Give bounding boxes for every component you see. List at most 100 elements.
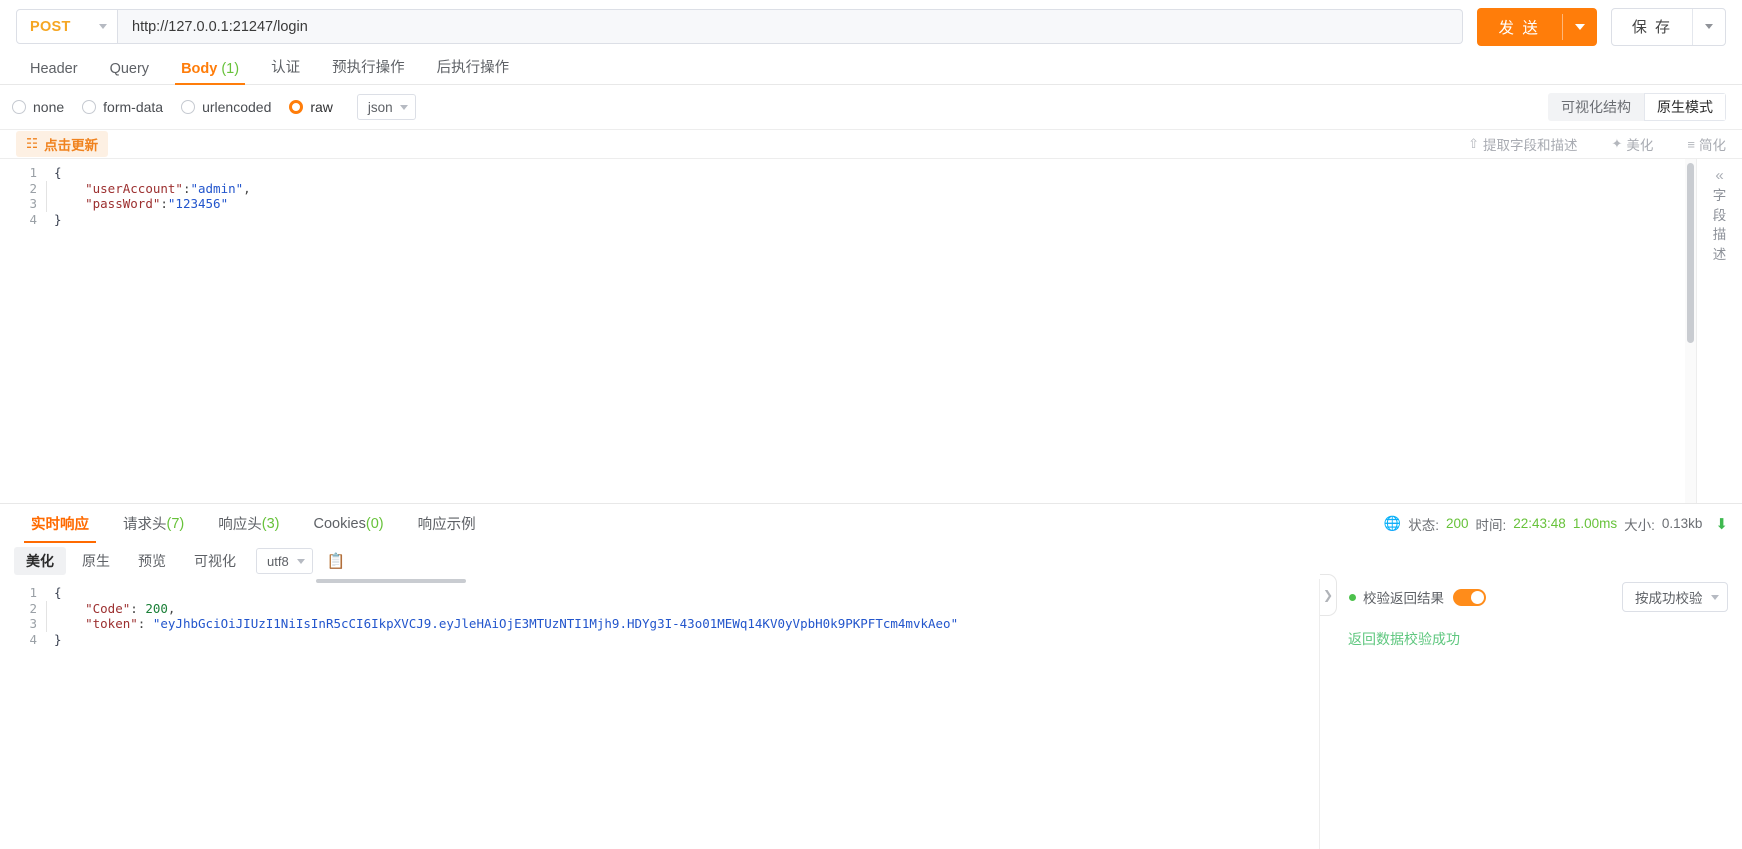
response-tab-1[interactable]: 请求头 (7) <box>106 504 201 543</box>
code-token: "123456" <box>167 196 229 211</box>
request-tab-4[interactable]: 预执行操作 <box>316 56 421 84</box>
view-mode-1[interactable]: 原生模式 <box>1644 93 1726 121</box>
code-token: "admin" <box>190 180 244 196</box>
line-number: 1 <box>29 165 37 180</box>
field-desc-char: 字 <box>1712 188 1727 203</box>
code-line: { <box>46 165 1696 181</box>
response-format-button-1[interactable]: 原生 <box>70 547 122 575</box>
request-code-lines[interactable]: { "userAccount":"admin", "passWord":"123… <box>46 159 1696 503</box>
response-tab-4[interactable]: 响应示例 <box>401 504 493 543</box>
request-tab-3[interactable]: 认证 <box>255 56 316 84</box>
code-token: , <box>167 600 176 616</box>
body-type-radio-form-data[interactable]: form-data <box>82 99 163 115</box>
code-line: } <box>46 632 1319 648</box>
response-tab-2[interactable]: 响应头 (3) <box>201 504 296 543</box>
request-tab-5[interactable]: 后执行操作 <box>421 56 526 84</box>
response-code-viewer[interactable]: 1234 { "Code": 200, "token": "eyJhbGciOi… <box>0 579 1320 849</box>
chevron-down-icon <box>1705 24 1713 29</box>
line-number: 3 <box>29 196 37 211</box>
status-dot-icon <box>1349 593 1356 601</box>
code-token: : <box>137 616 153 631</box>
code-line: "Code": 200, <box>46 600 1319 616</box>
response-scrollbar-track[interactable] <box>46 579 1311 583</box>
response-tab-label: 响应示例 <box>417 517 476 533</box>
body-type-radio-urlencoded[interactable]: urlencoded <box>181 99 271 115</box>
response-body-area: 1234 { "Code": 200, "token": "eyJhbGciOi… <box>0 574 1742 849</box>
code-token: } <box>54 211 62 227</box>
line-number-gutter: 1234 <box>0 159 46 503</box>
save-dropdown-button[interactable] <box>1693 9 1725 45</box>
encoding-select[interactable]: utf8 <box>256 548 313 574</box>
validation-label: 校验返回结果 <box>1363 591 1444 606</box>
save-button[interactable]: 保 存 <box>1610 7 1726 46</box>
response-format-buttons: 美化 原生 预览 可视化 <box>14 547 248 575</box>
body-type-row: none form-data urlencoded raw json 可视化结构 原生模… <box>0 85 1742 129</box>
api-client-window: POST http://127.0.0.1:21247/login 发 送 保 … <box>0 0 1742 849</box>
response-format-button-3[interactable]: 可视化 <box>182 547 248 575</box>
view-mode-0[interactable]: 可视化结构 <box>1548 93 1644 121</box>
send-dropdown-button[interactable] <box>1563 8 1597 46</box>
response-scrollbar-thumb[interactable] <box>316 579 466 583</box>
save-button-label: 保 存 <box>1631 19 1672 36</box>
editor-scrollbar-track[interactable] <box>1685 159 1696 503</box>
beautify-label: 美化 <box>1626 138 1654 153</box>
request-tab-label: Query <box>109 61 150 77</box>
response-format-button-2[interactable]: 预览 <box>126 547 178 575</box>
field-description-panel-toggle[interactable]: « 字 段 描 述 <box>1696 159 1742 503</box>
response-tab-0[interactable]: 实时响应 <box>14 504 106 543</box>
request-tab-0[interactable]: Header <box>14 61 94 84</box>
list-icon: ≡ <box>1687 136 1695 152</box>
code-token: : <box>160 196 168 211</box>
code-line: "token": "eyJhbGciOiJIUzI1NiIsInR5cCI6Ik… <box>46 616 1319 632</box>
status-code: 200 <box>1445 516 1469 531</box>
extract-fields-button[interactable]: ⇧ 提取字段和描述 <box>1468 134 1577 154</box>
size-value: 0.13kb <box>1661 516 1703 531</box>
response-status-bar: 🌐 状态: 200 时间: 22:43:48 1.00ms 大小: 0.13kb… <box>1384 514 1728 534</box>
copy-icon[interactable]: 📋 <box>327 552 346 570</box>
chevron-down-icon <box>399 104 408 110</box>
editor-toolbar: ☷ 点击更新 ⇧ 提取字段和描述 ✦ 美化 ≡ 简化 <box>0 129 1742 159</box>
download-icon[interactable]: ⬇ <box>1715 515 1728 533</box>
request-tab-label: Body <box>181 61 218 77</box>
response-format-button-0[interactable]: 美化 <box>14 547 66 575</box>
body-format-label: json <box>367 99 393 115</box>
code-token: "passWord" <box>85 196 161 211</box>
response-tab-count: (3) <box>261 515 280 532</box>
validation-mode-select[interactable]: 按成功校验 <box>1622 582 1728 612</box>
http-method-select[interactable]: POST <box>16 9 118 44</box>
editor-scrollbar-thumb[interactable] <box>1687 163 1694 343</box>
request-tab-label: 后执行操作 <box>436 60 510 76</box>
click-update-button[interactable]: ☷ 点击更新 <box>16 131 109 157</box>
chevron-down-icon <box>1574 23 1585 30</box>
line-number: 1 <box>29 585 37 600</box>
request-tab-label: 认证 <box>271 60 301 76</box>
body-format-select[interactable]: json <box>356 94 416 120</box>
body-type-radio-none[interactable]: none <box>12 99 64 115</box>
request-tab-2[interactable]: Body (1) <box>165 61 255 85</box>
beautify-button[interactable]: ✦ 美化 <box>1612 134 1654 154</box>
request-tab-1[interactable]: Query <box>94 61 166 84</box>
line-number-gutter: 1234 <box>0 579 46 849</box>
body-type-radio-raw[interactable]: raw <box>289 99 333 115</box>
time-value: 22:43:48 <box>1513 516 1566 531</box>
url-input[interactable]: http://127.0.0.1:21247/login <box>118 9 1463 44</box>
chevron-down-icon <box>1711 594 1719 600</box>
code-line: "passWord":"123456" <box>46 196 1696 212</box>
code-token: "userAccount" <box>85 180 183 196</box>
radio-icon <box>181 100 196 114</box>
request-body-editor[interactable]: 1234 { "userAccount":"admin", "passWord"… <box>0 159 1742 503</box>
upload-icon: ⇧ <box>1468 136 1479 151</box>
response-toolbar: 美化 原生 预览 可视化 utf8 📋 <box>0 543 1742 579</box>
globe-icon: 🌐 <box>1383 515 1402 531</box>
response-tab-3[interactable]: Cookies (0) <box>296 504 400 543</box>
duration-value: 1.00ms <box>1572 516 1618 531</box>
simplify-button[interactable]: ≡ 简化 <box>1687 134 1726 154</box>
send-button[interactable]: 发 送 <box>1476 7 1597 46</box>
line-number: 2 <box>29 600 37 616</box>
request-tab-label: 预执行操作 <box>332 60 405 76</box>
validation-toggle[interactable] <box>1453 588 1486 606</box>
request-tab-count: (1) <box>221 61 240 77</box>
chevron-right-icon[interactable]: ❯ <box>1320 574 1337 616</box>
response-tab-label: 请求头 <box>123 517 167 533</box>
request-code-area[interactable]: 1234 { "userAccount":"admin", "passWord"… <box>0 159 1696 503</box>
